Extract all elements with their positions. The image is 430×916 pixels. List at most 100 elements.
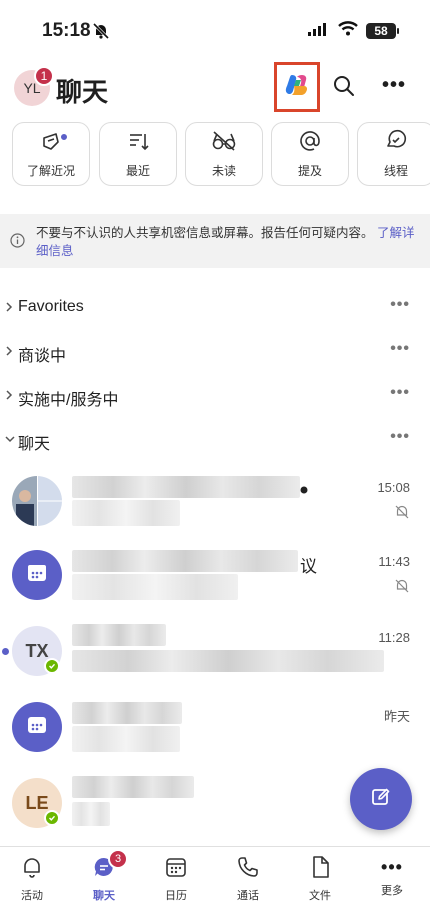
status-dot [300, 482, 308, 494]
compose-icon [370, 786, 392, 813]
section-more-button[interactable]: ••• [390, 296, 410, 314]
redacted-message-preview [72, 500, 180, 526]
more-options-button[interactable]: ••• [382, 74, 406, 97]
section-more-button[interactable]: ••• [390, 428, 410, 446]
presence-available-icon [44, 810, 60, 826]
redacted-chat-name [72, 550, 298, 572]
tab-more[interactable]: ••• 更多 [362, 855, 422, 898]
section-chats[interactable]: 聊天 ••• [0, 426, 430, 454]
bottom-tab-bar: 活动 3 聊天 日历 通话 文件 ••• 更多 [0, 846, 430, 916]
section-label: 聊天 [18, 436, 51, 453]
unread-indicator [2, 648, 9, 655]
chat-row[interactable]: 昨天 [0, 690, 430, 766]
phone-icon [236, 855, 260, 884]
meeting-avatar [12, 702, 62, 752]
signal-icon [308, 22, 330, 41]
chat-time: 11:28 [378, 630, 410, 645]
tab-label: 日历 [165, 890, 187, 902]
filter-label: 提及 [297, 164, 322, 178]
filter-bar: 了解近况 最近 未读 提及 线程 [12, 122, 430, 188]
status-time: 15:18 [42, 20, 91, 41]
at-icon [298, 129, 322, 158]
security-notice: 不要与不认识的人共享机密信息或屏幕。报告任何可疑内容。 了解详细信息 [0, 214, 430, 268]
wifi-icon [338, 21, 358, 41]
status-icons: 58 [308, 21, 399, 41]
meeting-avatar [12, 550, 62, 600]
calendar-icon [26, 562, 48, 589]
copilot-button[interactable] [274, 62, 320, 112]
redacted-message-preview [72, 802, 110, 826]
tab-files[interactable]: 文件 [290, 855, 350, 903]
calendar-icon [26, 714, 48, 741]
muted-bell-icon [394, 578, 410, 599]
section-negotiating[interactable]: 商谈中 ••• [0, 338, 430, 366]
chevron-right-icon [4, 388, 14, 407]
new-dot [59, 132, 69, 142]
tab-label: 活动 [21, 890, 43, 902]
calendar-icon [164, 855, 188, 884]
chevron-right-icon [4, 344, 14, 363]
chat-row[interactable]: 15:08 [0, 464, 430, 540]
info-icon [10, 233, 25, 253]
copilot-icon [284, 72, 310, 103]
tab-calls[interactable]: 通话 [218, 855, 278, 903]
tab-label: 更多 [381, 885, 403, 897]
header: YL 1 聊天 ••• [0, 62, 430, 116]
chevron-right-icon [4, 300, 14, 319]
filter-mentions[interactable]: 提及 [271, 122, 349, 186]
filter-label: 最近 [125, 164, 150, 178]
tab-label: 文件 [309, 890, 331, 902]
filter-threads[interactable]: 线程 [357, 122, 430, 186]
presence-available-icon [44, 658, 60, 674]
filter-catch-up[interactable]: 了解近况 [12, 122, 90, 186]
search-icon [332, 76, 356, 102]
redacted-chat-name [72, 476, 300, 498]
filter-label: 线程 [383, 164, 408, 178]
section-label: 商谈中 [18, 348, 67, 365]
profile-badge: 1 [34, 66, 54, 86]
filter-label: 未读 [211, 164, 236, 178]
redacted-message-preview [72, 650, 384, 672]
section-label: Favorites [18, 298, 84, 315]
muted-bell-icon [394, 504, 410, 525]
status-bar: 15:18 58 [0, 0, 430, 60]
page-title: 聊天 [56, 77, 109, 107]
redacted-message-preview [72, 574, 238, 600]
notice-text: 不要与不认识的人共享机密信息或屏幕。报告任何可疑内容。 [36, 226, 374, 240]
tab-badge: 3 [108, 849, 128, 869]
filter-unread[interactable]: 未读 [185, 122, 263, 186]
chat-time: 15:08 [377, 480, 410, 495]
threads-icon [384, 129, 408, 158]
section-more-button[interactable]: ••• [390, 340, 410, 358]
chat-row[interactable]: TX 11:28 [0, 614, 430, 690]
chat-row[interactable]: 议 11:43 [0, 538, 430, 614]
bell-muted-icon [92, 22, 110, 45]
section-implementation[interactable]: 实施中/服务中 ••• [0, 382, 430, 410]
section-more-button[interactable]: ••• [390, 384, 410, 402]
section-label: 实施中/服务中 [18, 392, 119, 409]
section-favorites[interactable]: Favorites ••• [0, 294, 430, 322]
unread-icon [211, 129, 237, 158]
sort-icon [126, 129, 150, 158]
battery-indicator: 58 [366, 23, 399, 39]
group-avatar [12, 476, 62, 526]
tab-chat[interactable]: 3 聊天 [74, 849, 134, 903]
filter-recent[interactable]: 最近 [99, 122, 177, 186]
file-icon [308, 855, 332, 884]
redacted-chat-name [72, 624, 166, 646]
chat-time: 11:43 [378, 554, 410, 569]
search-button[interactable] [332, 74, 356, 103]
tab-calendar[interactable]: 日历 [146, 855, 206, 903]
filter-label: 了解近况 [26, 164, 75, 178]
redacted-chat-name [72, 702, 182, 724]
chat-time: 昨天 [383, 709, 410, 724]
tab-label: 聊天 [93, 890, 115, 902]
tab-activity[interactable]: 活动 [2, 855, 62, 903]
more-icon: ••• [381, 857, 403, 877]
chat-name-tail: 议 [300, 557, 317, 576]
chevron-down-icon [4, 432, 16, 451]
bell-icon [20, 855, 44, 884]
redacted-chat-name [72, 776, 194, 798]
new-chat-button[interactable] [350, 768, 412, 830]
redacted-message-preview [72, 726, 180, 752]
